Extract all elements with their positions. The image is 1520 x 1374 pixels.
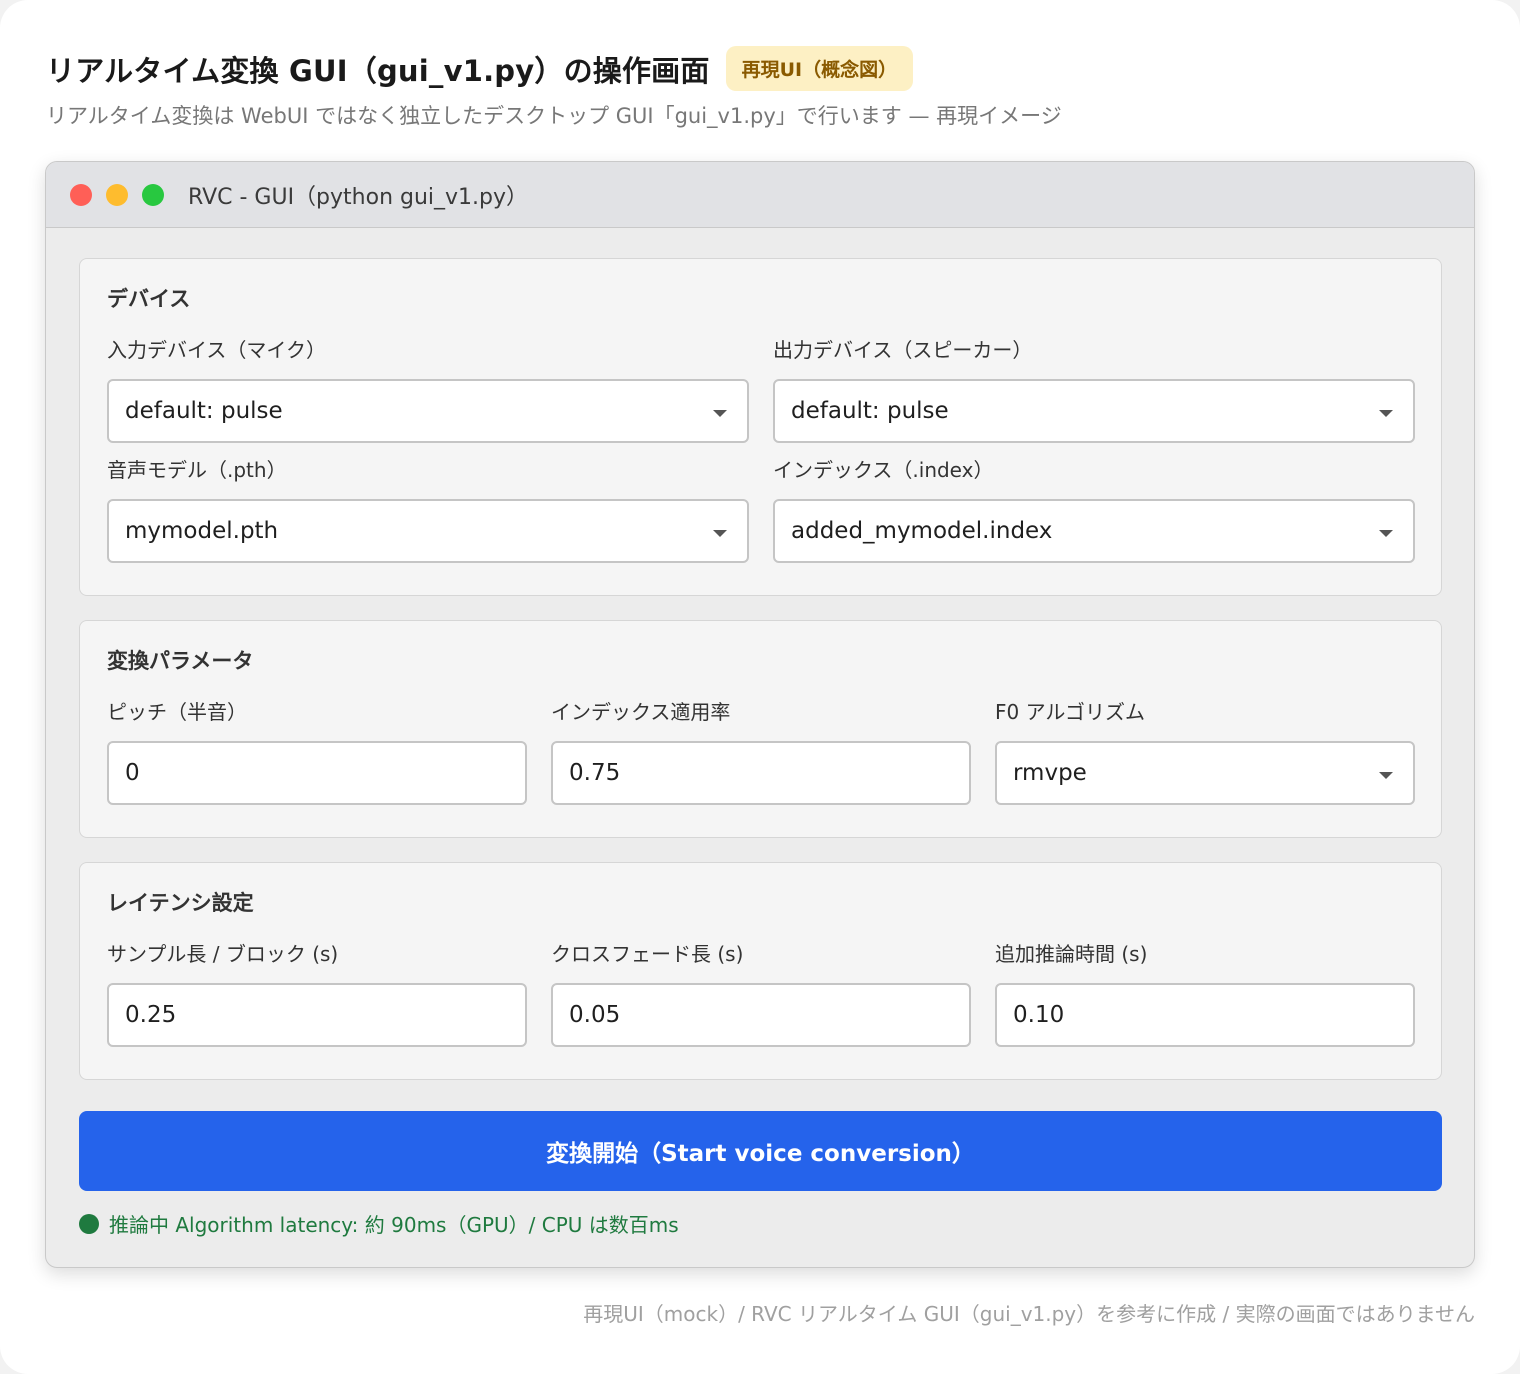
- crossfade-label: クロスフェード長 (s): [551, 942, 744, 966]
- extra-inference-input[interactable]: 0.10: [995, 983, 1415, 1047]
- page-subtitle: リアルタイム変換は WebUI ではなく独立したデスクトップ GUI「gui_v…: [46, 104, 1062, 128]
- pitch-input[interactable]: 0: [107, 741, 527, 805]
- index-value: added_mymodel.index: [791, 518, 1053, 544]
- chevron-down-icon: [713, 530, 727, 537]
- f0-select[interactable]: rmvpe: [995, 741, 1415, 805]
- page-heading: リアルタイム変換 GUI（gui_v1.py）の操作画面 再現UI（概念図）: [46, 46, 914, 91]
- chevron-down-icon: [1379, 410, 1393, 417]
- index-rate-value: 0.75: [569, 760, 621, 786]
- block-value: 0.25: [125, 1002, 177, 1028]
- index-field: インデックス（.index） added_mymodel.index: [773, 457, 1415, 563]
- page: リアルタイム変換 GUI（gui_v1.py）の操作画面 再現UI（概念図） リ…: [0, 0, 1520, 1374]
- app-window: RVC - GUI（python gui_v1.py） デバイス 入力デバイス（…: [45, 161, 1475, 1268]
- index-rate-field: インデックス適用率 0.75: [551, 699, 971, 805]
- latency-section-title: レイテンシ設定: [107, 891, 254, 915]
- extra-inference-value: 0.10: [1013, 1002, 1065, 1028]
- block-input[interactable]: 0.25: [107, 983, 527, 1047]
- status-indicator-icon: [79, 1213, 99, 1234]
- output-device-value: default: pulse: [791, 398, 949, 424]
- page-title: リアルタイム変換 GUI（gui_v1.py）の操作画面: [46, 53, 710, 88]
- extra-inference-label: 追加推論時間 (s): [995, 942, 1148, 966]
- start-conversion-button[interactable]: 変換開始（Start voice conversion）: [79, 1111, 1442, 1191]
- status-text: 推論中 Algorithm latency: 約 90ms（GPU）/ CPU …: [109, 1213, 679, 1237]
- crossfade-value: 0.05: [569, 1002, 621, 1028]
- pitch-value: 0: [125, 760, 140, 786]
- chevron-down-icon: [1379, 530, 1393, 537]
- devices-section-title: デバイス: [107, 287, 191, 311]
- window-titlebar[interactable]: RVC - GUI（python gui_v1.py）: [46, 162, 1474, 228]
- footer-note: 再現UI（mock）/ RVC リアルタイム GUI（gui_v1.py）を参考…: [583, 1302, 1475, 1326]
- input-device-field: 入力デバイス（マイク） default: pulse: [107, 337, 749, 443]
- input-device-value: default: pulse: [125, 398, 283, 424]
- crossfade-field: クロスフェード長 (s) 0.05: [551, 941, 971, 1047]
- extra-inference-field: 追加推論時間 (s) 0.10: [995, 941, 1415, 1047]
- minimize-window-button[interactable]: [106, 183, 128, 206]
- crossfade-input[interactable]: 0.05: [551, 983, 971, 1047]
- input-device-label: 入力デバイス（マイク）: [107, 338, 326, 362]
- f0-label: F0 アルゴリズム: [995, 700, 1145, 724]
- index-rate-input[interactable]: 0.75: [551, 741, 971, 805]
- index-select[interactable]: added_mymodel.index: [773, 499, 1415, 563]
- maximize-window-button[interactable]: [142, 183, 164, 206]
- mock-badge: 再現UI（概念図）: [725, 46, 914, 91]
- window-title: RVC - GUI（python gui_v1.py）: [188, 184, 529, 210]
- chevron-down-icon: [713, 410, 727, 417]
- index-rate-label: インデックス適用率: [551, 700, 731, 724]
- output-device-field: 出力デバイス（スピーカー） default: pulse: [773, 337, 1415, 443]
- output-device-select[interactable]: default: pulse: [773, 379, 1415, 443]
- f0-field: F0 アルゴリズム rmvpe: [995, 699, 1415, 805]
- model-label: 音声モデル（.pth）: [107, 458, 287, 482]
- model-select[interactable]: mymodel.pth: [107, 499, 749, 563]
- params-section: 変換パラメータ ピッチ（半音） 0 インデックス適用率 0.75 F0 アルゴリ…: [79, 620, 1442, 838]
- pitch-label: ピッチ（半音）: [107, 700, 247, 724]
- model-field: 音声モデル（.pth） mymodel.pth: [107, 457, 749, 563]
- chevron-down-icon: [1379, 772, 1393, 779]
- close-window-button[interactable]: [70, 183, 92, 206]
- status-bar: 推論中 Algorithm latency: 約 90ms（GPU）/ CPU …: [79, 1209, 679, 1238]
- index-label: インデックス（.index）: [773, 458, 994, 482]
- params-section-title: 変換パラメータ: [107, 649, 254, 673]
- output-device-label: 出力デバイス（スピーカー）: [773, 338, 1033, 362]
- latency-section: レイテンシ設定 サンプル長 / ブロック (s) 0.25 クロスフェード長 (…: [79, 862, 1442, 1080]
- f0-value: rmvpe: [1013, 760, 1087, 786]
- input-device-select[interactable]: default: pulse: [107, 379, 749, 443]
- block-field: サンプル長 / ブロック (s) 0.25: [107, 941, 527, 1047]
- model-value: mymodel.pth: [125, 518, 279, 544]
- block-label: サンプル長 / ブロック (s): [107, 942, 339, 966]
- devices-section: デバイス 入力デバイス（マイク） default: pulse 出力デバイス（ス…: [79, 258, 1442, 596]
- pitch-field: ピッチ（半音） 0: [107, 699, 527, 805]
